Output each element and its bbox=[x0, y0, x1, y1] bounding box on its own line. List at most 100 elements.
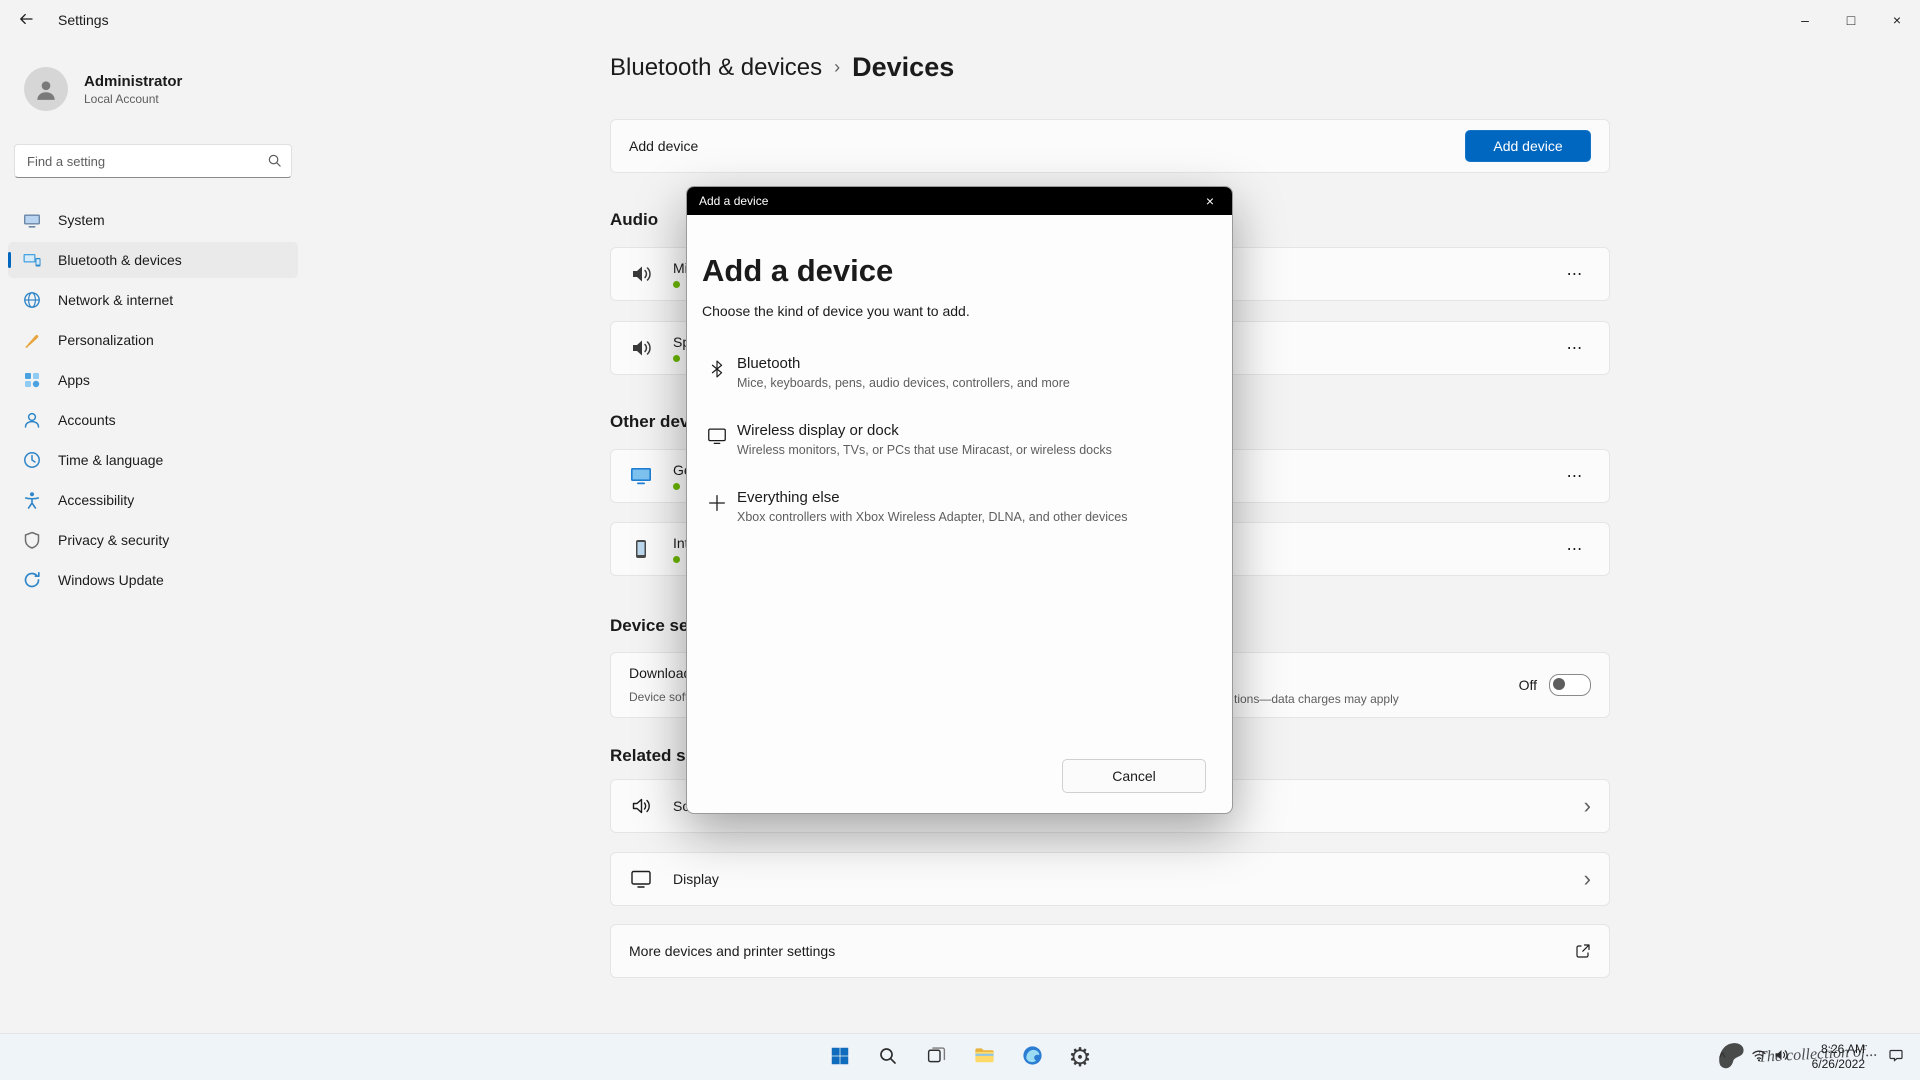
dialog-close-button[interactable]: × bbox=[1188, 187, 1232, 215]
sidebar-item-label: Accessibility bbox=[58, 492, 134, 508]
speaker-device-icon bbox=[629, 336, 653, 360]
edge-browser-button[interactable] bbox=[1012, 1037, 1052, 1077]
bluetooth-devices-icon bbox=[22, 250, 42, 270]
status-dot bbox=[673, 556, 680, 563]
personalization-brush-icon bbox=[22, 330, 42, 350]
sidebar-item-system[interactable]: System bbox=[8, 202, 298, 238]
maximize-restore-button[interactable]: □ bbox=[1828, 0, 1874, 40]
taskbar-clock[interactable]: 8:26 AM 6/26/2022 bbox=[1808, 1040, 1869, 1074]
sidebar-item-bluetooth-devices[interactable]: Bluetooth & devices bbox=[8, 242, 298, 278]
more-options-button[interactable]: ⋯ bbox=[1559, 460, 1591, 492]
option-description: Xbox controllers with Xbox Wireless Adap… bbox=[737, 510, 1127, 524]
tray-date: 6/26/2022 bbox=[1812, 1057, 1865, 1072]
app-title: Settings bbox=[58, 12, 109, 28]
chevron-right-icon: › bbox=[1584, 795, 1591, 817]
search-icon bbox=[878, 1046, 898, 1069]
display-settings-row[interactable]: Display › bbox=[610, 852, 1610, 906]
user-profile[interactable]: Administrator Local Account bbox=[24, 67, 182, 111]
add-device-button[interactable]: Add device bbox=[1465, 130, 1591, 162]
more-options-button[interactable]: ⋯ bbox=[1559, 332, 1591, 364]
dialog-titlebar: Add a device × bbox=[687, 187, 1232, 215]
cancel-button[interactable]: Cancel bbox=[1062, 759, 1206, 793]
breadcrumb: Bluetooth & devices › Devices bbox=[610, 52, 954, 83]
sidebar-item-label: Privacy & security bbox=[58, 532, 169, 548]
search-box bbox=[14, 144, 292, 178]
dialog-titlebar-title: Add a device bbox=[699, 194, 768, 208]
close-button[interactable]: × bbox=[1874, 0, 1920, 40]
search-input[interactable] bbox=[14, 144, 292, 178]
sidebar-item-personalization[interactable]: Personalization bbox=[8, 322, 298, 358]
option-wireless-display[interactable]: Wireless display or dock Wireless monito… bbox=[702, 414, 1206, 465]
more-options-button[interactable]: ⋯ bbox=[1559, 258, 1591, 290]
start-button[interactable] bbox=[820, 1037, 860, 1077]
breadcrumb-parent[interactable]: Bluetooth & devices bbox=[610, 54, 822, 82]
windows-logo-icon bbox=[829, 1045, 851, 1070]
wireless-display-icon bbox=[706, 425, 728, 447]
network-globe-icon bbox=[22, 290, 42, 310]
window-controls: – □ × bbox=[1782, 0, 1920, 40]
phone-device-icon bbox=[629, 537, 653, 561]
sidebar-item-privacy-security[interactable]: Privacy & security bbox=[8, 522, 298, 558]
sidebar-item-time-language[interactable]: Time & language bbox=[8, 442, 298, 478]
back-button[interactable] bbox=[6, 0, 46, 40]
tray-time: 8:26 AM bbox=[1812, 1042, 1865, 1057]
wifi-icon bbox=[1751, 1047, 1767, 1068]
more-devices-printers-row[interactable]: More devices and printer settings bbox=[610, 924, 1610, 978]
minimize-button[interactable]: – bbox=[1782, 0, 1828, 40]
related-row-label: Display bbox=[673, 872, 719, 886]
taskbar-search-button[interactable] bbox=[868, 1037, 908, 1077]
update-arrows-icon bbox=[22, 570, 42, 590]
download-row-subtitle: Device soft bbox=[629, 690, 688, 704]
gear-icon: ⚙ bbox=[1068, 1044, 1091, 1070]
hidden-icons-chevron[interactable]: ^ bbox=[1713, 1045, 1732, 1069]
notification-center-button[interactable] bbox=[1882, 1043, 1910, 1072]
clock-icon bbox=[22, 450, 42, 470]
dialog-subtitle: Choose the kind of device you want to ad… bbox=[702, 303, 1206, 319]
download-over-metered-toggle[interactable] bbox=[1549, 674, 1591, 696]
user-name: Administrator bbox=[84, 73, 182, 90]
download-row-title: Download bbox=[629, 665, 691, 681]
avatar bbox=[24, 67, 68, 111]
toggle-knob bbox=[1553, 678, 1565, 690]
edge-icon bbox=[1021, 1044, 1044, 1070]
taskbar: ⚙ ^ 8:26 AM 6/26/2022 bbox=[0, 1033, 1920, 1080]
option-description: Mice, keyboards, pens, audio devices, co… bbox=[737, 376, 1070, 390]
status-dot bbox=[673, 355, 680, 362]
taskbar-icons: ⚙ bbox=[820, 1034, 1100, 1080]
task-view-button[interactable] bbox=[916, 1037, 956, 1077]
titlebar: Settings – □ × bbox=[0, 0, 1920, 40]
external-link-icon bbox=[1575, 943, 1591, 959]
system-tray: ^ 8:26 AM 6/26/2022 bbox=[1713, 1034, 1910, 1080]
monitor-device-icon bbox=[629, 464, 653, 488]
sidebar-item-accessibility[interactable]: Accessibility bbox=[8, 482, 298, 518]
option-everything-else[interactable]: Everything else Xbox controllers with Xb… bbox=[702, 481, 1206, 532]
folder-icon bbox=[973, 1044, 996, 1070]
quick-settings-cluster[interactable] bbox=[1745, 1043, 1795, 1072]
bluetooth-icon bbox=[706, 358, 728, 380]
dialog-body: Add a device Choose the kind of device y… bbox=[687, 215, 1232, 813]
add-device-row-label: Add device bbox=[629, 138, 698, 154]
sidebar-item-label: Apps bbox=[58, 372, 90, 388]
option-bluetooth[interactable]: Bluetooth Mice, keyboards, pens, audio d… bbox=[702, 347, 1206, 398]
shield-icon bbox=[22, 530, 42, 550]
more-options-button[interactable]: ⋯ bbox=[1559, 533, 1591, 565]
sidebar-item-network-internet[interactable]: Network & internet bbox=[8, 282, 298, 318]
task-view-icon bbox=[926, 1045, 947, 1069]
file-explorer-button[interactable] bbox=[964, 1037, 1004, 1077]
sidebar-item-accounts[interactable]: Accounts bbox=[8, 402, 298, 438]
audio-section-title: Audio bbox=[610, 210, 658, 230]
status-dot bbox=[673, 281, 680, 288]
toggle-state-label: Off bbox=[1519, 677, 1537, 693]
sidebar-item-label: System bbox=[58, 212, 105, 228]
user-account-type: Local Account bbox=[84, 92, 182, 106]
sidebar-item-apps[interactable]: Apps bbox=[8, 362, 298, 398]
settings-window: Settings – □ × Administrator Local Accou… bbox=[0, 0, 1920, 1080]
chevron-right-icon: › bbox=[1584, 868, 1591, 890]
page-title: Devices bbox=[852, 52, 954, 83]
status-dot bbox=[673, 483, 680, 490]
volume-icon bbox=[1773, 1047, 1789, 1068]
sidebar-item-label: Personalization bbox=[58, 332, 154, 348]
settings-taskbar-button[interactable]: ⚙ bbox=[1060, 1037, 1100, 1077]
option-title: Bluetooth bbox=[737, 355, 1070, 372]
sidebar-item-windows-update[interactable]: Windows Update bbox=[8, 562, 298, 598]
